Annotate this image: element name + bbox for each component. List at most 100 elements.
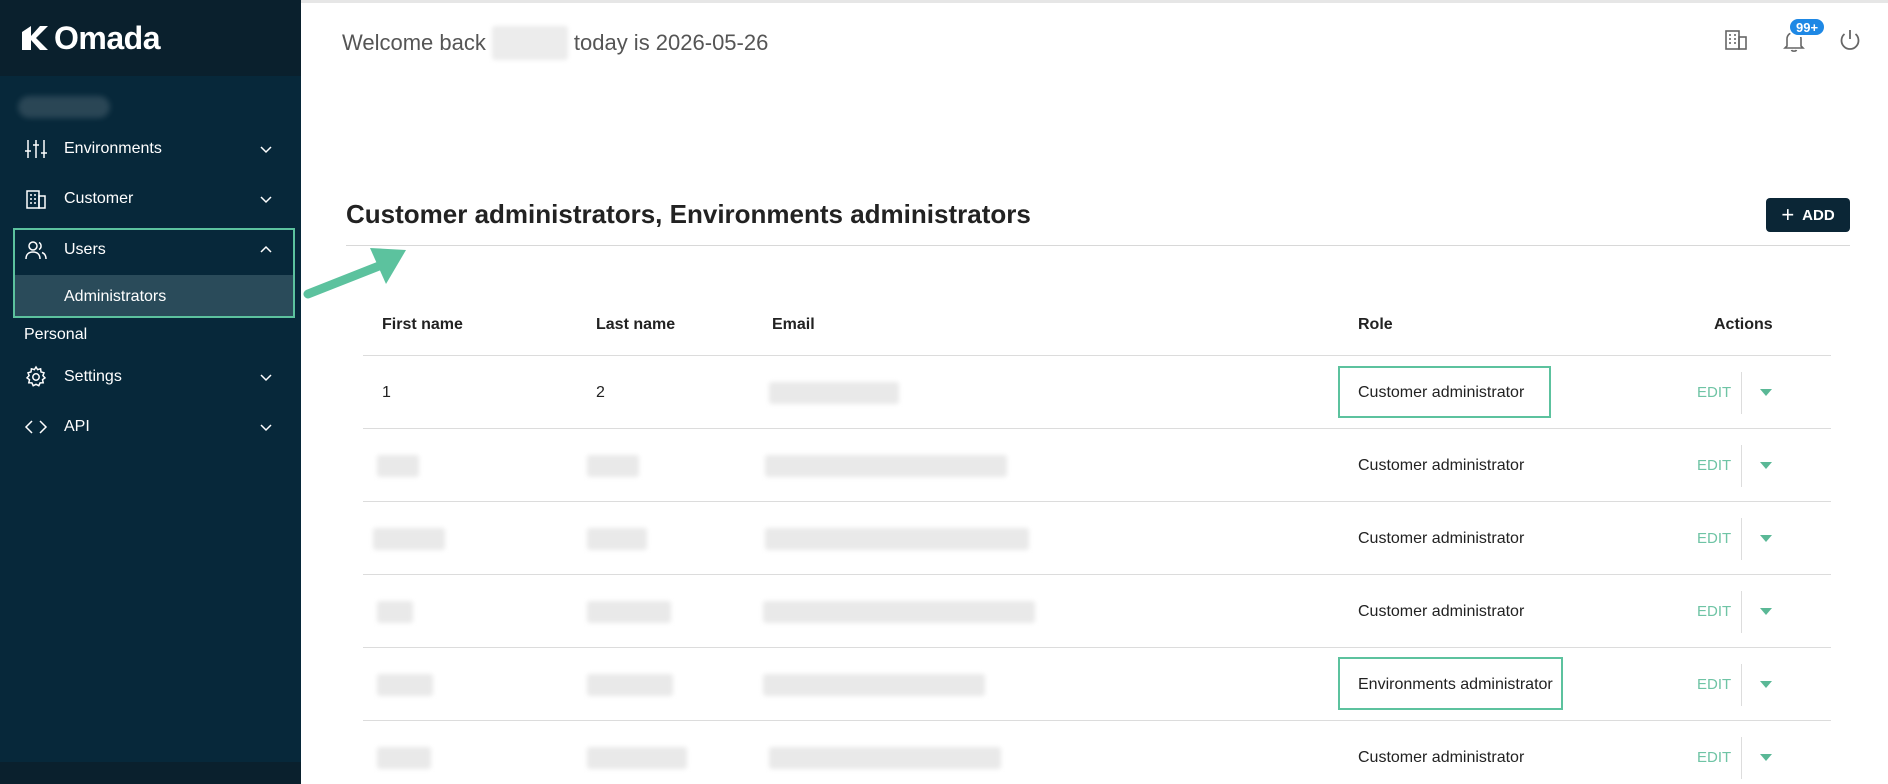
action-divider xyxy=(1741,664,1742,706)
table-row[interactable]: Customer administrator EDIT xyxy=(363,574,1831,647)
chevron-down-icon[interactable] xyxy=(1760,462,1772,469)
first-name-cell xyxy=(377,575,413,648)
sidebar-item-label: Settings xyxy=(64,368,122,385)
last-name-redacted xyxy=(587,746,687,769)
welcome-suffix: today is 2026-05-26 xyxy=(573,30,769,55)
welcome-prefix: Welcome back xyxy=(342,30,486,55)
table-row[interactable]: Customer administrator EDIT xyxy=(363,428,1831,501)
annotation-highlight-users xyxy=(13,228,295,318)
column-header-email[interactable]: Email xyxy=(772,316,815,334)
sidebar-item-label: Environments xyxy=(64,140,162,157)
top-border xyxy=(301,0,1888,3)
column-header-first-name[interactable]: First name xyxy=(382,316,463,334)
sidebar-item-label: Customer xyxy=(64,190,134,207)
logo[interactable]: Omada xyxy=(0,0,301,76)
app-root: Omada Environments Customer Users Admini… xyxy=(0,0,1888,784)
email-redacted xyxy=(769,746,1001,769)
column-header-last-name[interactable]: Last name xyxy=(596,316,675,334)
action-divider xyxy=(1741,445,1742,487)
chevron-down-icon[interactable] xyxy=(1760,681,1772,688)
chevron-down-icon[interactable] xyxy=(1760,389,1772,396)
first-name-cell: 1 xyxy=(382,383,391,401)
brand-name: Omada xyxy=(54,19,160,56)
email-cell xyxy=(763,648,985,721)
email-redacted xyxy=(763,673,985,696)
last-name-redacted xyxy=(587,454,639,477)
sidebar-footer xyxy=(0,762,301,784)
first-name-cell xyxy=(377,721,431,784)
page-title: Customer administrators, Environments ad… xyxy=(346,199,1031,229)
first-name-redacted xyxy=(373,527,445,550)
chevron-down-icon[interactable] xyxy=(1760,608,1772,615)
last-name-redacted xyxy=(587,673,673,696)
chevron-down-icon xyxy=(258,191,274,207)
first-name-cell xyxy=(377,429,419,502)
chevron-down-icon[interactable] xyxy=(1760,754,1772,761)
add-button[interactable]: + ADD xyxy=(1766,198,1850,232)
sidebar-item-settings[interactable]: Settings xyxy=(0,352,301,402)
first-name-redacted xyxy=(377,600,413,623)
column-header-role[interactable]: Role xyxy=(1358,316,1393,334)
last-name-cell xyxy=(587,648,673,721)
action-divider xyxy=(1741,372,1742,414)
table-row[interactable]: Environments administrator EDIT xyxy=(363,647,1831,720)
role-cell: Customer administrator xyxy=(1358,529,1525,547)
role-cell: Customer administrator xyxy=(1358,456,1525,474)
plus-icon: + xyxy=(1781,202,1795,227)
sidebar-item-label: API xyxy=(64,418,90,435)
chevron-down-icon xyxy=(258,369,274,385)
role-cell: Customer administrator xyxy=(1358,748,1525,766)
first-name-cell xyxy=(377,648,433,721)
add-button-label: ADD xyxy=(1802,206,1835,224)
first-name-redacted xyxy=(377,454,419,477)
last-name-cell: 2 xyxy=(596,383,605,401)
title-divider xyxy=(346,245,1850,246)
email-cell xyxy=(769,356,899,429)
last-name-cell xyxy=(587,721,687,784)
first-name-cell xyxy=(373,502,445,575)
logout-button[interactable] xyxy=(1836,26,1864,54)
chevron-down-icon xyxy=(258,419,274,435)
edit-button[interactable]: EDIT xyxy=(1697,648,1731,721)
omada-logo-icon xyxy=(22,26,48,50)
edit-button[interactable]: EDIT xyxy=(1697,502,1731,575)
first-name-redacted xyxy=(377,746,431,769)
edit-button[interactable]: EDIT xyxy=(1697,575,1731,648)
email-cell xyxy=(765,502,1029,575)
account-name-redacted xyxy=(18,96,110,118)
last-name-cell xyxy=(587,575,671,648)
sidebar: Omada Environments Customer Users Admini… xyxy=(0,0,301,784)
email-redacted xyxy=(765,454,1007,477)
email-redacted xyxy=(765,527,1029,550)
table-row[interactable]: 1 2 Customer administrator EDIT xyxy=(363,355,1831,428)
annotation-highlight-role xyxy=(1338,657,1563,710)
last-name-redacted xyxy=(587,600,671,623)
email-redacted xyxy=(769,381,899,404)
role-cell: Customer administrator xyxy=(1358,602,1525,620)
sidebar-item-environments[interactable]: Environments xyxy=(0,124,301,174)
email-cell xyxy=(763,575,1035,648)
table-row[interactable]: Customer administrator EDIT xyxy=(363,501,1831,574)
edit-button[interactable]: EDIT xyxy=(1697,356,1731,429)
chevron-down-icon xyxy=(258,141,274,157)
gear-icon xyxy=(24,365,48,389)
table-row[interactable]: Customer administrator EDIT xyxy=(363,720,1831,784)
building-icon xyxy=(1725,30,1747,50)
first-name-redacted xyxy=(377,673,433,696)
action-divider xyxy=(1741,518,1742,560)
column-header-actions: Actions xyxy=(1714,316,1773,333)
last-name-cell xyxy=(587,429,639,502)
email-cell xyxy=(765,429,1007,502)
last-name-redacted xyxy=(587,527,647,550)
sidebar-item-customer[interactable]: Customer xyxy=(0,174,301,224)
chevron-down-icon[interactable] xyxy=(1760,535,1772,542)
organization-button[interactable] xyxy=(1722,26,1750,54)
annotation-arrow-icon xyxy=(303,248,406,299)
edit-button[interactable]: EDIT xyxy=(1697,721,1731,784)
last-name-cell xyxy=(587,502,647,575)
user-name-redacted xyxy=(491,26,568,60)
notification-badge: 99+ xyxy=(1788,17,1827,37)
annotation-highlight-role xyxy=(1338,366,1551,418)
edit-button[interactable]: EDIT xyxy=(1697,429,1731,502)
sidebar-item-api[interactable]: API xyxy=(0,402,301,452)
